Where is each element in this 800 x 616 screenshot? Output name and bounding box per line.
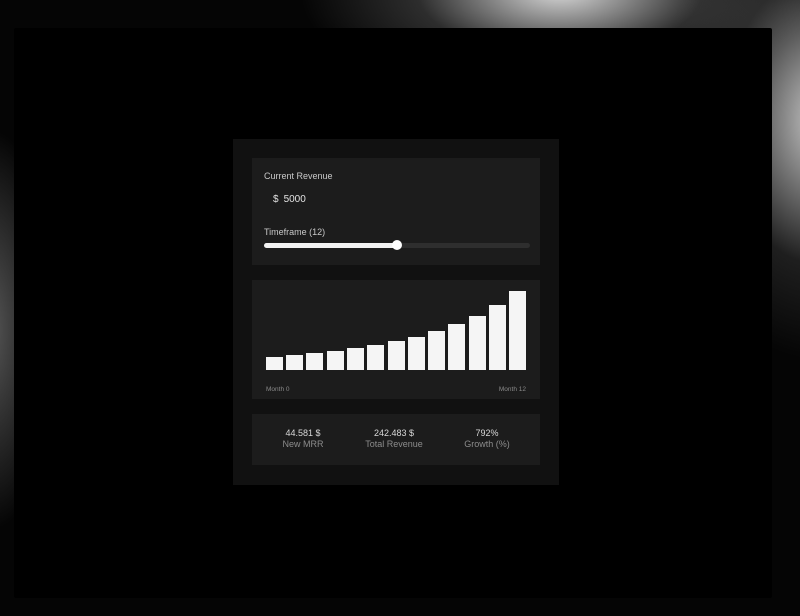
chart-bar [407,336,425,370]
stat-total-revenue: 242.483 $ Total Revenue [349,428,439,450]
chart-bar [489,304,507,370]
timeframe-label: Timeframe (12) [264,227,326,237]
current-revenue-input[interactable]: $ 5000 [273,194,306,205]
x-axis-start-label: Month 0 [266,386,290,393]
chart-bar [265,356,283,370]
slider-thumb[interactable] [392,240,402,250]
chart-bar [285,355,303,370]
revenue-bar-chart [264,290,528,370]
revenue-calculator-panel: Current Revenue $ 5000 Timeframe (12) Mo… [233,139,559,485]
timeframe-slider[interactable] [264,240,530,250]
chart-bar [468,315,486,370]
input-card: Current Revenue $ 5000 Timeframe (12) [252,158,540,265]
current-revenue-label: Current Revenue [264,171,333,181]
currency-symbol: $ [273,194,279,205]
chart-bar [306,353,324,370]
slider-fill [264,243,397,248]
chart-bar [448,324,466,370]
stats-card: 44.581 $ New MRR 242.483 $ Total Revenue… [252,414,540,465]
stat-label: New MRR [282,439,324,449]
revenue-chart-card: Month 0 Month 12 [252,280,540,399]
x-axis-end-label: Month 12 [498,386,526,393]
stat-growth: 792% Growth (%) [442,428,532,450]
chart-bar [428,331,446,370]
chart-bar [346,348,364,370]
chart-bar [326,351,344,370]
stat-value: 44.581 $ [285,428,321,438]
stat-new-mrr: 44.581 $ New MRR [258,428,348,450]
chart-bar [509,291,527,370]
stat-label: Growth (%) [464,439,510,449]
stat-label: Total Revenue [365,439,423,449]
stat-value: 792% [475,428,499,438]
stat-value: 242.483 $ [373,428,415,438]
chart-bar [387,341,405,370]
chart-bar [367,345,385,370]
revenue-value: 5000 [283,194,306,205]
